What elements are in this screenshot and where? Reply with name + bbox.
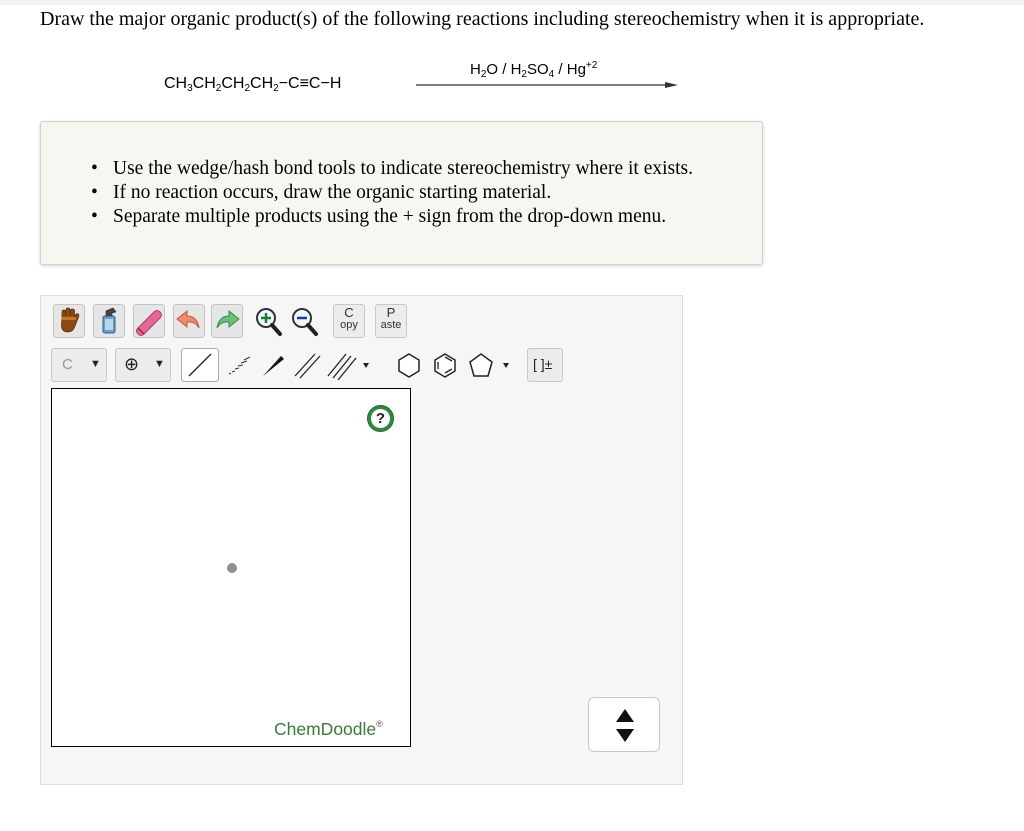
charge-dropdown[interactable]: ⊕ ▼ <box>115 348 171 382</box>
instruction-item: If no reaction occurs, draw the organic … <box>91 181 693 205</box>
atom-dropdown[interactable]: C ▼ <box>51 348 107 382</box>
chemdoodle-editor: C opy P aste C ▼ ⊕ ▼ []± ? ChemDoodle® <box>40 295 683 785</box>
paste-button[interactable]: P aste <box>375 304 407 338</box>
hash-bond-icon[interactable] <box>223 348 255 382</box>
reactant-part: CH <box>221 75 245 92</box>
drawing-canvas[interactable]: ? ChemDoodle® <box>51 388 411 747</box>
reagent-part: / Hg <box>554 61 586 78</box>
clear-canvas-icon[interactable] <box>93 304 125 338</box>
single-bond-icon[interactable] <box>181 348 219 382</box>
reactant-part: −C≡C−H <box>278 75 342 92</box>
charge-plus-icon: ⊕ <box>124 354 140 374</box>
chemdoodle-logo: ChemDoodle® <box>274 719 383 740</box>
reagent-part: H <box>470 61 481 78</box>
wedge-bond-icon[interactable] <box>257 348 289 382</box>
reactant-part: CH <box>192 75 216 92</box>
instruction-item: Separate multiple products using the + s… <box>91 205 693 229</box>
cyclopentane-dropdown[interactable] <box>465 348 515 382</box>
up-down-arrows-icon[interactable] <box>589 698 661 753</box>
paste-label-bottom: aste <box>380 319 402 331</box>
double-bond-icon[interactable] <box>291 348 323 382</box>
paste-label-top: P <box>386 305 396 320</box>
eraser-icon[interactable] <box>133 304 165 338</box>
triple-bond-dropdown[interactable] <box>325 348 371 382</box>
instruction-item: Use the wedge/hash bond tools to indicat… <box>91 157 693 181</box>
instructions-list: Use the wedge/hash bond tools to indicat… <box>91 157 693 229</box>
copy-label-bottom: opy <box>340 319 358 331</box>
brand-name: ChemDoodle <box>274 719 377 739</box>
help-icon: ? <box>371 409 390 428</box>
reaction-arrow <box>416 82 678 88</box>
hand-tool-icon[interactable] <box>53 304 85 338</box>
resize-spinner[interactable] <box>588 697 660 752</box>
reagent-part: SO <box>526 61 549 78</box>
reactant-part: CH <box>250 75 274 92</box>
benzene-icon[interactable] <box>429 348 461 382</box>
undo-icon[interactable] <box>173 304 205 338</box>
canvas-cursor-dot <box>227 563 237 573</box>
reagent-part: O / H <box>486 61 522 78</box>
brackets-label: [ ]± <box>533 356 553 372</box>
zoom-in-icon[interactable] <box>253 304 283 338</box>
redo-icon[interactable] <box>211 304 243 338</box>
brackets-button[interactable]: [ ]± <box>527 348 563 382</box>
question-text: Draw the major organic product(s) of the… <box>40 8 925 30</box>
zoom-out-icon[interactable] <box>289 304 319 338</box>
reagent-label: H2O / H2SO4 / Hg+2 <box>470 60 598 80</box>
chevron-down-icon: ▼ <box>154 358 165 370</box>
cyclohexane-icon[interactable] <box>393 348 425 382</box>
atom-label: C <box>62 356 73 373</box>
copy-button[interactable]: C opy <box>333 304 365 338</box>
reactant-formula: CH3CH2CH2CH2−C≡C−H <box>164 75 342 94</box>
top-bar <box>0 0 1024 5</box>
reactant-part: CH <box>164 75 188 92</box>
help-button[interactable]: ? <box>367 405 394 432</box>
instructions-panel: Use the wedge/hash bond tools to indicat… <box>40 121 763 265</box>
registered-mark: ® <box>376 719 383 729</box>
copy-label-top: C <box>344 305 354 320</box>
reagent-superscript: +2 <box>585 60 598 71</box>
chevron-down-icon: ▼ <box>90 358 101 370</box>
